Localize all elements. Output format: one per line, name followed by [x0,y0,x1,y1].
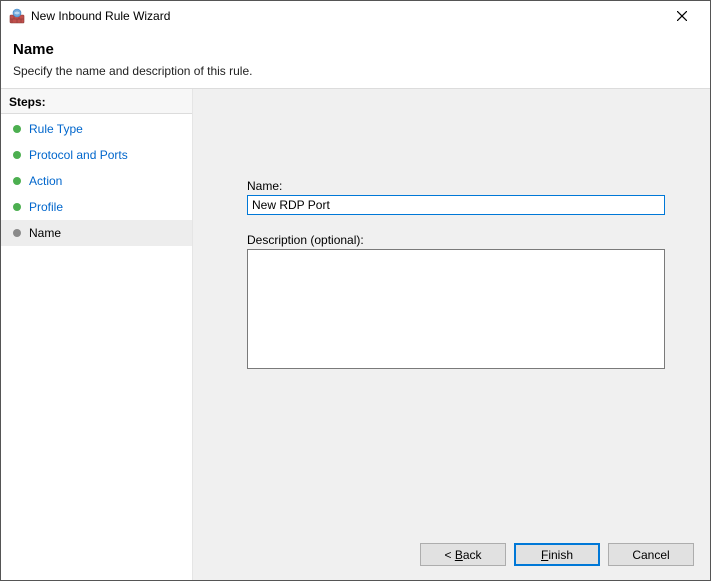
steps-heading: Steps: [1,89,192,114]
close-icon [677,11,687,21]
form-area: Name: Description (optional): [193,89,710,372]
name-group: Name: [247,179,680,215]
description-group: Description (optional): [247,233,680,372]
name-input[interactable] [247,195,665,215]
description-label: Description (optional): [247,233,680,247]
steps-list: Rule Type Protocol and Ports Action Prof… [1,114,192,248]
step-bullet-icon [13,229,21,237]
step-rule-type[interactable]: Rule Type [1,116,192,142]
wizard-window: New Inbound Rule Wizard Name Specify the… [0,0,711,581]
wizard-header: Name Specify the name and description of… [1,31,710,89]
step-bullet-icon [13,177,21,185]
main-panel: Name: Description (optional): < Back Fin… [193,89,710,580]
finish-button[interactable]: Finish [514,543,600,566]
step-label: Rule Type [29,122,83,136]
step-bullet-icon [13,203,21,211]
close-button[interactable] [662,2,702,30]
button-row: < Back Finish Cancel [193,533,710,580]
cancel-button-label: Cancel [632,548,669,562]
step-bullet-icon [13,151,21,159]
titlebar: New Inbound Rule Wizard [1,1,710,31]
step-label: Name [29,226,61,240]
firewall-icon [9,8,25,24]
steps-sidebar: Steps: Rule Type Protocol and Ports Acti… [1,89,193,580]
step-profile[interactable]: Profile [1,194,192,220]
page-subtitle: Specify the name and description of this… [13,64,698,78]
step-label: Profile [29,200,63,214]
back-button-label: < Back [444,548,481,562]
step-label: Protocol and Ports [29,148,128,162]
page-title: Name [13,41,698,58]
window-title: New Inbound Rule Wizard [31,9,662,23]
spacer [193,372,710,533]
name-label: Name: [247,179,680,193]
step-protocol-and-ports[interactable]: Protocol and Ports [1,142,192,168]
cancel-button[interactable]: Cancel [608,543,694,566]
wizard-body: Steps: Rule Type Protocol and Ports Acti… [1,89,710,580]
step-action[interactable]: Action [1,168,192,194]
step-name[interactable]: Name [1,220,192,246]
finish-button-label: Finish [541,548,573,562]
step-label: Action [29,174,62,188]
step-bullet-icon [13,125,21,133]
description-input[interactable] [247,249,665,369]
back-button[interactable]: < Back [420,543,506,566]
